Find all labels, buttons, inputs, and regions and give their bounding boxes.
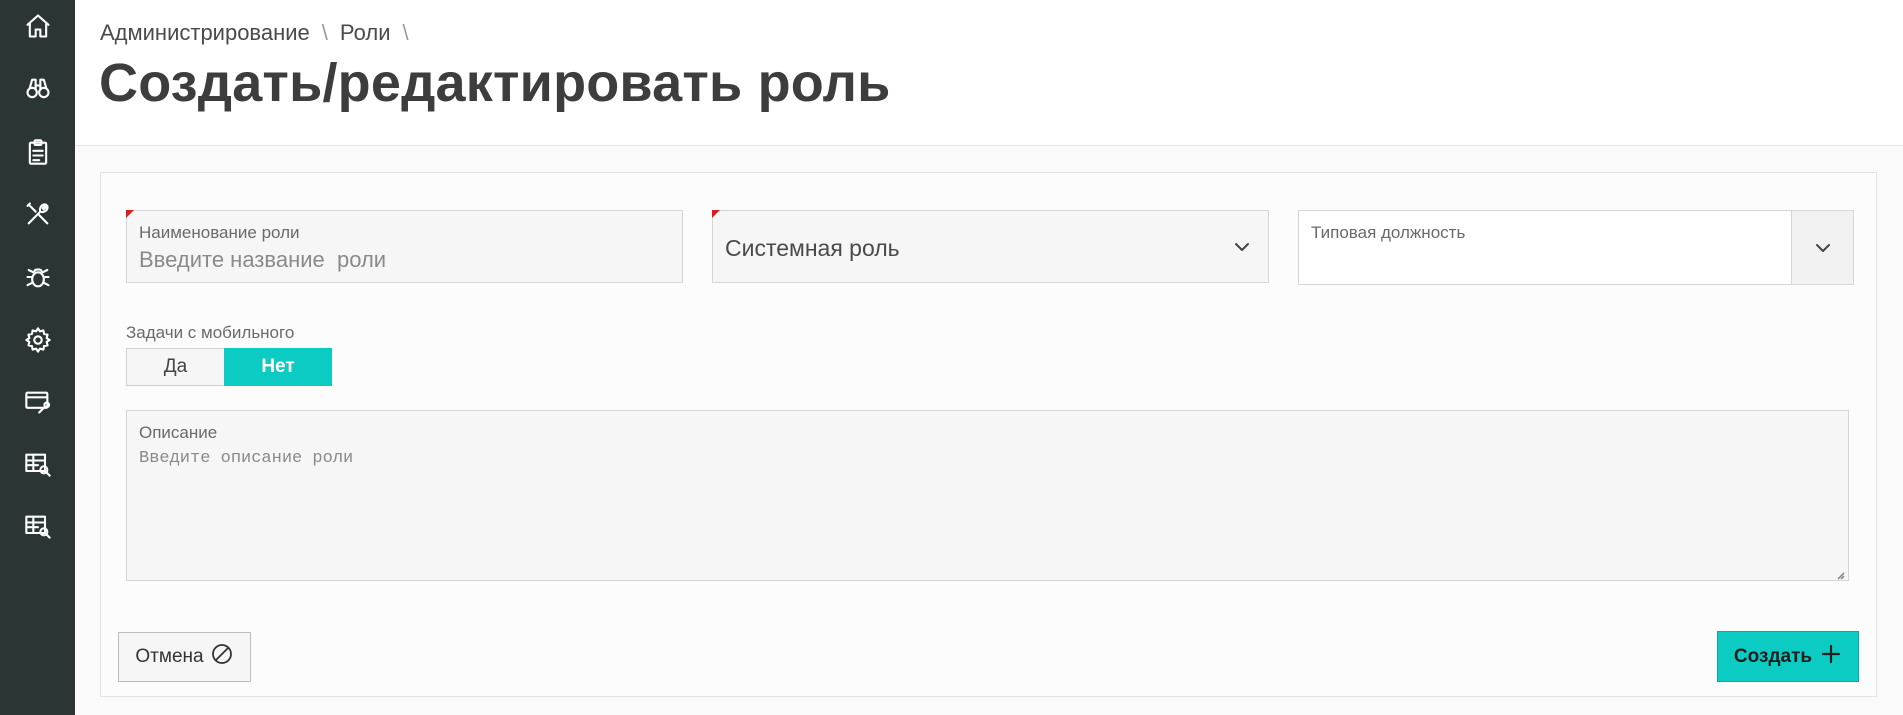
role-name-input[interactable] (139, 247, 659, 273)
table-search-icon[interactable] (22, 510, 53, 541)
tools-icon[interactable] (22, 198, 53, 229)
chevron-down-icon[interactable] (1233, 238, 1251, 256)
clipboard-icon[interactable] (22, 136, 53, 167)
plus-icon (1820, 643, 1842, 671)
chevron-down-icon (1814, 239, 1832, 257)
required-marker (712, 210, 720, 218)
bug-icon[interactable] (22, 261, 53, 292)
breadcrumb-separator: \ (402, 20, 409, 45)
breadcrumb-item-roles[interactable]: Роли (340, 20, 391, 46)
role-form-card: Наименование роли Системная роль Типовая… (100, 172, 1877, 697)
mobile-tasks-option-no[interactable]: Нет (224, 348, 332, 386)
typical-position-label: Типовая должность (1311, 223, 1466, 242)
page-title: Создать/редактировать роль (99, 53, 891, 113)
main-area: Администрирование \ Роли \ Создать/редак… (75, 0, 1903, 715)
description-label: Описание (139, 423, 218, 442)
role-name-label: Наименование роли (139, 223, 300, 242)
page-header: Администрирование \ Роли \ Создать/редак… (75, 0, 1903, 146)
breadcrumb-item-admin[interactable]: Администрирование (100, 20, 310, 46)
breadcrumb: Администрирование \ Роли \ (100, 20, 421, 46)
home-icon[interactable] (22, 10, 53, 41)
role-name-field[interactable]: Наименование роли (126, 210, 683, 283)
system-role-value: Системная роль (725, 235, 900, 261)
sidebar (0, 0, 75, 715)
cancel-button-label: Отмена (135, 646, 204, 667)
mobile-tasks-option-yes[interactable]: Да (126, 348, 224, 386)
content-area: Наименование роли Системная роль Типовая… (75, 146, 1903, 715)
resize-handle-icon[interactable] (1835, 567, 1845, 580)
binoculars-icon[interactable] (22, 73, 53, 104)
screen-wrench-icon[interactable] (22, 386, 53, 417)
description-field[interactable]: Описание (126, 410, 1849, 581)
cancel-button[interactable]: Отмена (118, 632, 251, 682)
create-button-label: Создать (1733, 645, 1813, 667)
create-button[interactable]: Создать (1717, 631, 1859, 682)
breadcrumb-separator: \ (321, 20, 328, 45)
description-textarea[interactable] (139, 449, 1829, 569)
gear-icon[interactable] (22, 324, 53, 355)
mobile-tasks-toggle: Да Нет (126, 348, 332, 386)
cancel-icon (210, 642, 234, 672)
required-marker (126, 210, 134, 218)
table-search-icon[interactable] (22, 448, 53, 479)
typical-position-dropdown-button[interactable] (1791, 211, 1853, 284)
mobile-tasks-label: Задачи с мобильного (126, 323, 295, 342)
system-role-select[interactable]: Системная роль (712, 210, 1269, 283)
typical-position-select[interactable]: Типовая должность (1298, 210, 1854, 285)
